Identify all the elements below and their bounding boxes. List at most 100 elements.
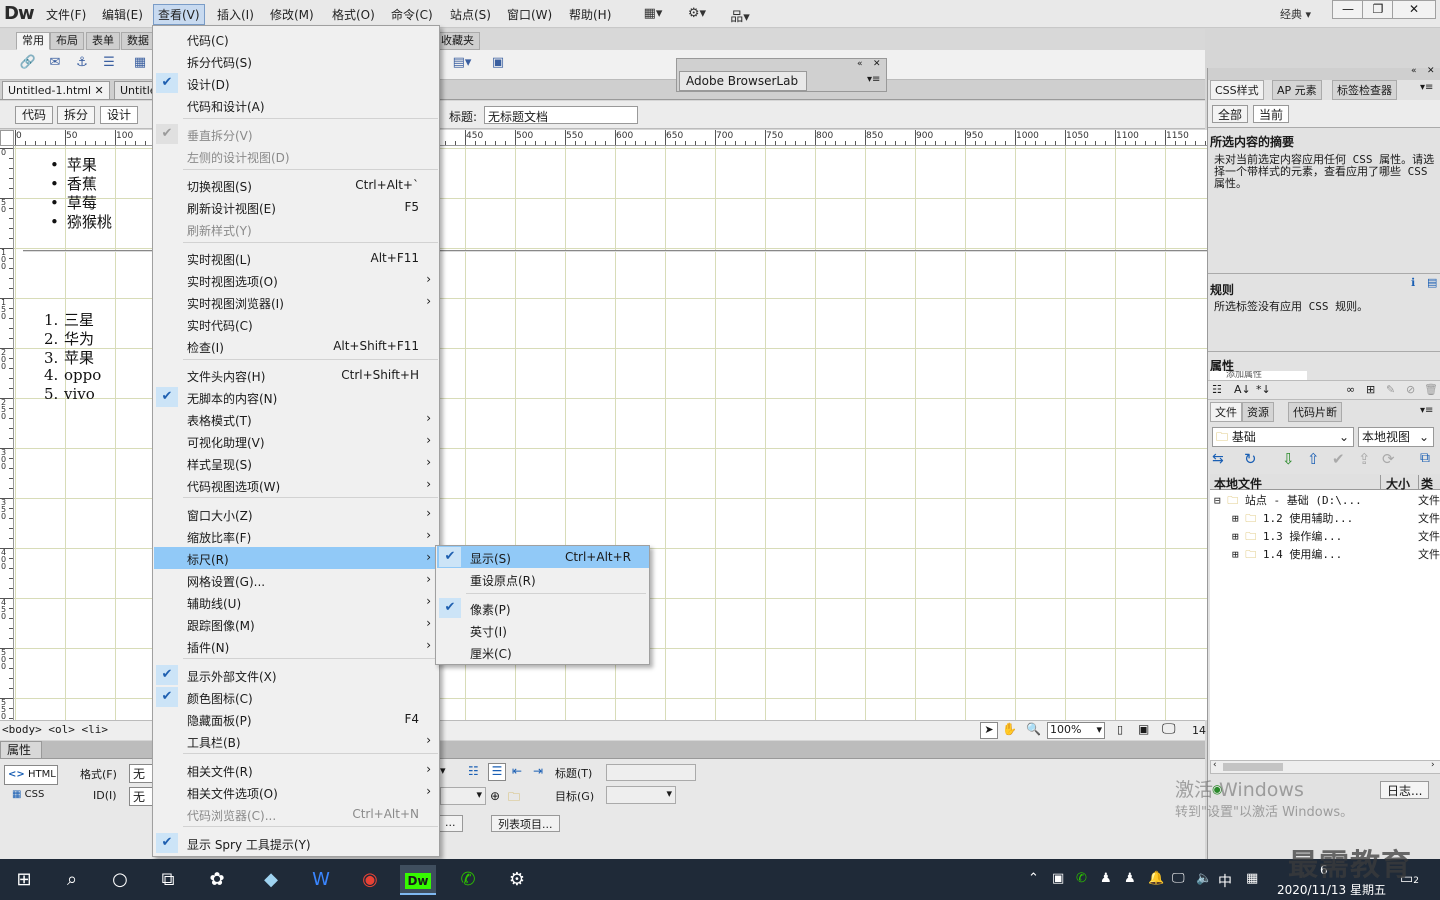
list-item[interactable]: 3. 苹果 (44, 347, 94, 368)
insert-tab-layout[interactable]: 布局 (50, 32, 84, 50)
view-menu-item[interactable]: 实时视图(L) Alt+F11 (154, 247, 439, 269)
log-button[interactable]: 日志... (1380, 781, 1430, 799)
new-rule-icon[interactable]: ⊞ (1366, 383, 1375, 396)
menu-insert[interactable]: 插入(I) (213, 5, 258, 24)
ordered-list-icon[interactable]: ☰ (488, 763, 506, 781)
expand-icon[interactable]: ⧉ (1420, 450, 1430, 466)
tab-ap-elements[interactable]: AP 元素 (1272, 80, 1322, 100)
view-menu-item[interactable]: 左侧的设计视图(D) (154, 145, 439, 167)
app-icon[interactable]: ◆ (253, 865, 289, 895)
menu-modify[interactable]: 修改(M) (266, 5, 318, 24)
tag-selector[interactable]: <body> <ol> <li> (2, 723, 108, 736)
insert-tab-data[interactable]: 数据 (121, 32, 155, 50)
view-menu-item[interactable]: 刷新设计视图(E) F5 (154, 196, 439, 218)
set-props-icon[interactable]: *↓ (1256, 383, 1271, 396)
tab-files[interactable]: 文件 (1210, 402, 1242, 422)
site-select[interactable]: 🗀 基础 ⌄ (1212, 427, 1354, 447)
view-menu-item[interactable]: 实时视图浏览器(I) › (154, 291, 439, 313)
scroll-right-icon[interactable]: › (1431, 760, 1435, 770)
horizontal-scrollbar[interactable]: ‹ › (1210, 760, 1440, 774)
workspace-switcher[interactable]: 经典 ▾ (1280, 6, 1311, 22)
view-menu-item[interactable]: ✔ 显示外部文件(X) (154, 664, 439, 686)
disable-icon[interactable]: ⊘ (1406, 383, 1415, 396)
hr-icon[interactable]: ☰ (99, 55, 119, 75)
sync-icon[interactable]: ⟳ (1382, 450, 1395, 468)
insert-tab-forms[interactable]: 表单 (86, 32, 120, 50)
vertical-ruler[interactable]: 0 5 0 1 0 0 1 5 0 2 0 0 2 5 0 3 0 0 3 5 0 4 0 0 4… (0, 146, 14, 720)
menu-view[interactable]: 查看(V) (153, 4, 205, 25)
delete-icon[interactable]: 🗑 (1424, 383, 1438, 396)
wps-icon[interactable]: W (303, 865, 339, 895)
tab-assets[interactable]: 资源 (1242, 402, 1274, 422)
mode-current-button[interactable]: 当前 (1253, 105, 1290, 123)
insert-tab-common[interactable]: 常用 (16, 32, 50, 50)
view-menu-item[interactable]: 缩放比率(F) › (154, 525, 439, 547)
site-icon[interactable]: 品▾ (727, 6, 753, 25)
outdent-icon[interactable]: ⇤ (512, 764, 522, 778)
id-select[interactable]: 无 (129, 787, 153, 806)
hyperlink-icon[interactable]: 🔗 (18, 55, 38, 75)
split-view-button[interactable]: 拆分 (57, 106, 96, 124)
check-out-icon[interactable]: ✔ (1332, 450, 1345, 468)
ime-indicator[interactable]: 中 (1218, 871, 1232, 891)
tree-row-folder[interactable]: ⊞ 🗀 1.3 操作编... (1232, 528, 1342, 547)
view-menu-item[interactable]: 代码视图选项(W) › (154, 474, 439, 496)
view-menu-item[interactable]: 相关文件选项(O) › (154, 781, 439, 803)
link-input[interactable]: ▾ (440, 787, 486, 805)
sort-az-icon[interactable]: A↓ (1234, 383, 1251, 396)
cortana-icon[interactable]: ○ (102, 865, 138, 895)
view-menu-item[interactable]: 插件(N) › (154, 635, 439, 657)
view-menu-item[interactable]: 实时代码(C) (154, 313, 439, 335)
tree-row-site[interactable]: ⊟ 🗀 站点 - 基础 (D:\... (1214, 492, 1362, 511)
hand-tool-icon[interactable]: ✋ (1002, 722, 1017, 736)
view-menu-item[interactable]: 切换视图(S) Ctrl+Alt+` (154, 174, 439, 196)
view-menu-item[interactable]: 代码和设计(A) (154, 94, 439, 116)
list-item[interactable]: 5. vivo (44, 385, 95, 403)
ruler-menu-item[interactable]: ✔ 像素(P) (437, 597, 649, 619)
html-mode-button[interactable]: <> HTML (4, 765, 58, 785)
tab-snippets[interactable]: 代码片断 (1288, 402, 1342, 422)
view-menu-item[interactable]: ✔ 垂直拆分(V) (154, 123, 439, 145)
zoom-select[interactable]: 100% ▾ (1047, 722, 1105, 739)
list-item[interactable]: • 草莓 (50, 192, 97, 213)
view-menu-item[interactable]: ✔ 颜色图标(C) (154, 686, 439, 708)
anchor-icon[interactable]: ⚓ (72, 55, 92, 75)
start-icon[interactable]: ⊞ (6, 865, 42, 895)
css-panel-menu-icon[interactable]: ▾≡ (1420, 82, 1433, 93)
css-mode-button[interactable]: ▦ CSS (12, 789, 44, 800)
network-icon[interactable]: 🖵 (1172, 871, 1185, 886)
list-item[interactable]: 2. 华为 (44, 328, 94, 349)
collapse-icon[interactable]: « (857, 59, 863, 69)
format-select[interactable]: 无 (129, 764, 153, 783)
table-icon[interactable]: ▦ (130, 55, 150, 75)
view-menu-item[interactable]: 辅助线(U) › (154, 591, 439, 613)
about-icon[interactable]: ℹ (1411, 276, 1415, 289)
tray-app-icon[interactable]: ▣ (1052, 871, 1064, 886)
extend-gear-icon[interactable]: ⚙▾ (684, 6, 710, 22)
search-icon[interactable]: ⌕ (54, 865, 90, 895)
view-menu-item[interactable]: 表格模式(T) › (154, 408, 439, 430)
email-link-icon[interactable]: ✉ (45, 55, 65, 75)
view-menu-item[interactable]: ✔ 显示 Spry 工具提示(Y) (154, 832, 439, 854)
tab-css-styles[interactable]: CSS样式 (1210, 80, 1264, 100)
tray-qq-icon[interactable]: ♟ (1100, 871, 1112, 886)
ruler-menu-item[interactable]: 重设原点(R) (437, 568, 649, 590)
attach-stylesheet-icon[interactable]: ∞ (1346, 383, 1355, 396)
indent-icon[interactable]: ⇥ (533, 764, 543, 778)
view-menu-item[interactable]: 工具栏(B) › (154, 730, 439, 752)
view-menu-item[interactable]: 代码(C) (154, 28, 439, 50)
browse-folder-icon[interactable]: 🗀 (508, 788, 520, 809)
view-menu-item[interactable]: 代码浏览器(C)... Ctrl+Alt+N (154, 803, 439, 825)
tree-row-folder[interactable]: ⊞ 🗀 1.4 使用编... (1232, 546, 1342, 565)
get-files-icon[interactable]: ⇩ (1282, 450, 1295, 468)
list-item[interactable]: 1. 三星 (44, 309, 94, 330)
ruler-origin[interactable] (0, 130, 14, 146)
menu-site[interactable]: 站点(S) (446, 5, 495, 24)
design-view-button[interactable]: 设计 (100, 106, 139, 124)
ime-grid-icon[interactable]: ▦ (1246, 871, 1258, 886)
code-view-button[interactable]: 代码 (15, 106, 54, 124)
settings-icon[interactable]: ⚙ (499, 865, 535, 895)
menu-format[interactable]: 格式(O) (328, 5, 379, 24)
close-button[interactable]: ✕ (1392, 0, 1436, 19)
view-menu-item[interactable]: 网格设置(G)... › (154, 569, 439, 591)
